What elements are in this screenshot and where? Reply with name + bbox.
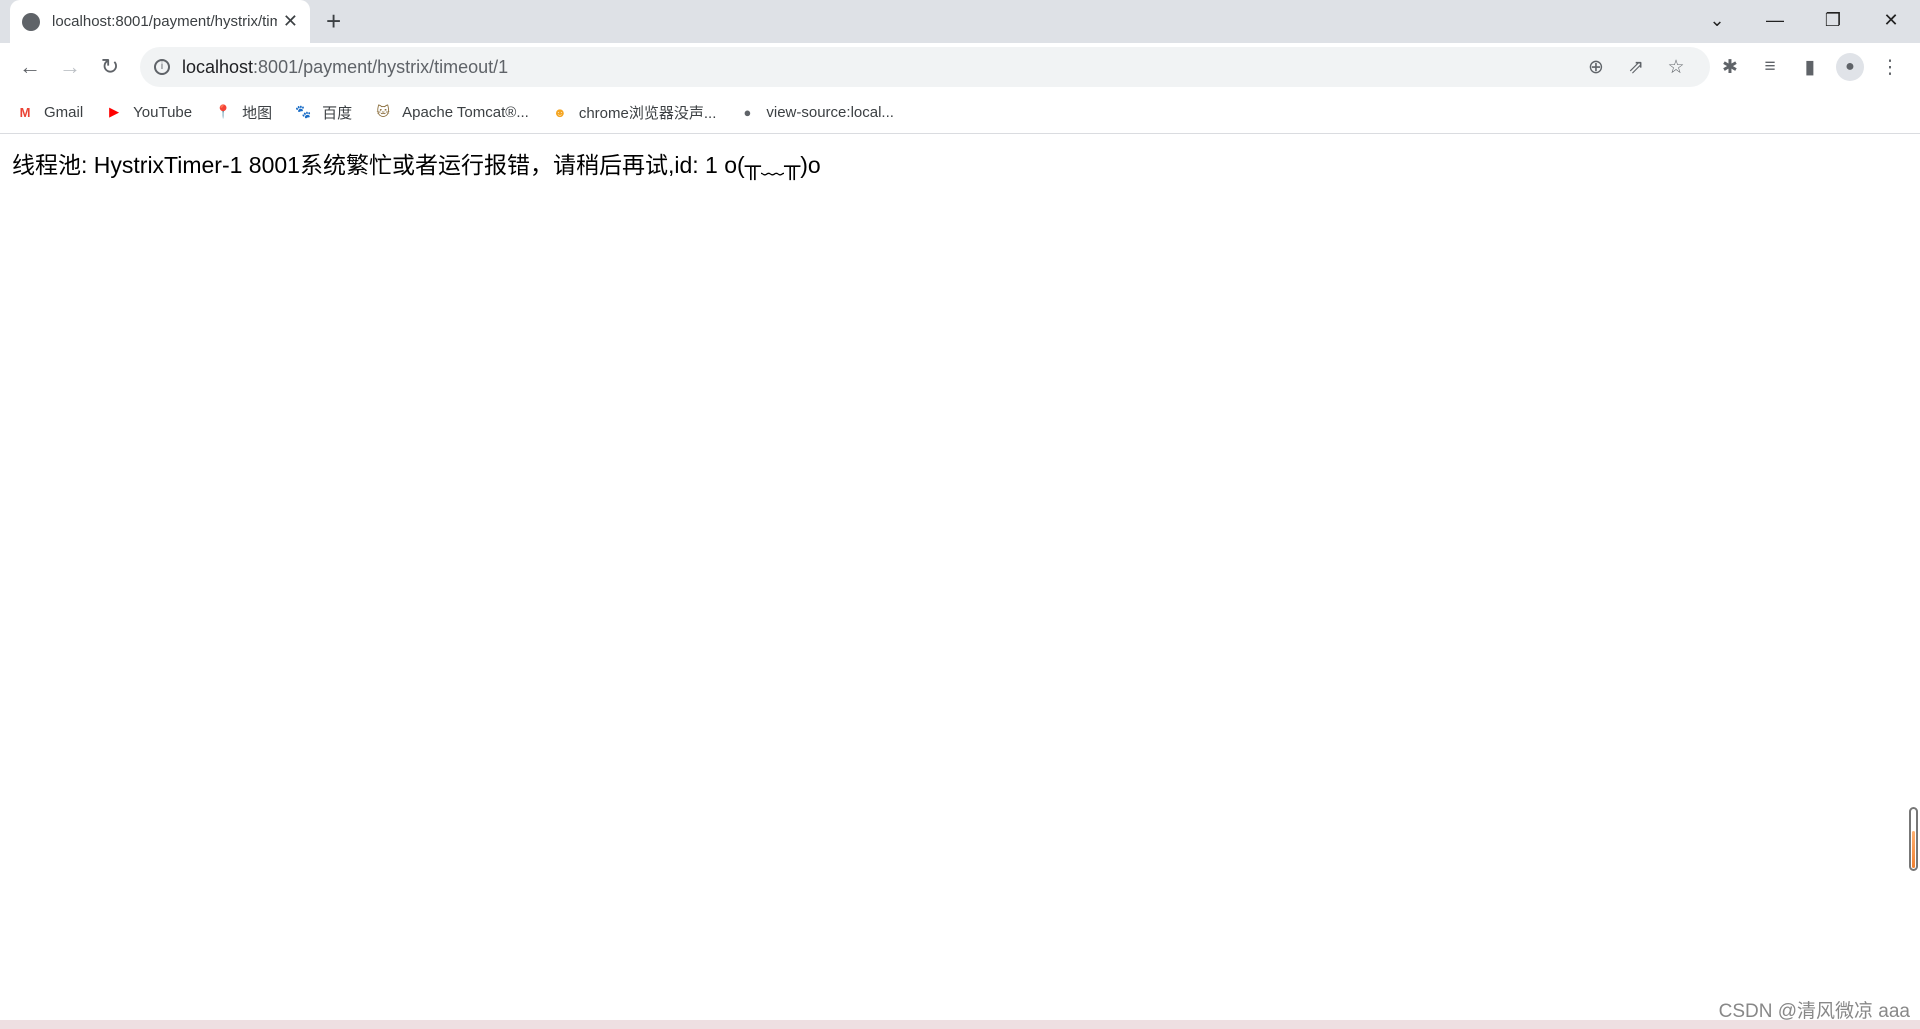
tab-strip: localhost:8001/payment/hystrix/timeout/1… (0, 0, 1920, 43)
bookmark-label: view-source:local... (766, 103, 894, 121)
bookmarks-bar: M Gmail ▶ YouTube 📍 地图 🐾 百度 🐱 Apache Tomcat®... ☻ c… (0, 91, 1920, 134)
share-icon[interactable]: ⇗ (1616, 56, 1656, 79)
profile-avatar[interactable]: ● (1836, 53, 1864, 81)
address-bar[interactable]: i localhost:8001/payment/hystrix/timeout… (140, 47, 1710, 87)
gmail-icon: M (19, 104, 31, 120)
zoom-icon[interactable]: ⊕ (1576, 56, 1616, 79)
bookmark-label: YouTube (133, 103, 193, 121)
baidu-paw-icon: 🐾 (295, 104, 312, 119)
close-tab-icon[interactable]: ✕ (283, 11, 298, 32)
toolbar: ← → ↻ i localhost:8001/payment/hystrix/t… (0, 43, 1920, 91)
new-tab-button[interactable]: + (326, 6, 341, 37)
url-path: :8001/payment/hystrix/timeout/1 (253, 56, 509, 77)
close-window-button[interactable]: ✕ (1862, 0, 1920, 43)
maps-pin-icon: 📍 (215, 104, 232, 119)
back-button[interactable]: ← (10, 54, 50, 80)
bookmark-item[interactable]: 🐾 百度 (294, 102, 352, 123)
bookmark-item[interactable]: 📍 地图 (214, 102, 272, 123)
restore-button[interactable]: ❐ (1804, 0, 1862, 43)
scroll-indicator[interactable] (1909, 807, 1918, 871)
minimize-button[interactable]: — (1746, 0, 1804, 43)
bookmark-star-icon[interactable]: ☆ (1656, 56, 1696, 79)
fallback-message: 线程池: HystrixTimer-1 8001系统繁忙或者运行报错，请稍后再试… (12, 152, 821, 178)
bookmark-item[interactable]: M Gmail (16, 103, 84, 121)
bookmark-label: Apache Tomcat®... (402, 103, 529, 121)
menu-icon[interactable]: ⋮ (1870, 56, 1910, 79)
reload-button[interactable]: ↻ (90, 54, 130, 80)
extensions-icon[interactable]: ✱ (1710, 56, 1750, 79)
page-content: 线程池: HystrixTimer-1 8001系统繁忙或者运行报错，请稍后再试… (0, 134, 1920, 192)
youtube-icon: ▶ (109, 104, 120, 119)
side-panel-icon[interactable]: ▮ (1790, 56, 1830, 79)
tab-title: localhost:8001/payment/hystrix/timeout/1 (52, 13, 277, 30)
tab-search-button[interactable]: ⌄ (1688, 0, 1746, 43)
site-info-icon[interactable]: i (154, 59, 170, 75)
bookmark-item[interactable]: ● view-source:local... (738, 103, 894, 121)
bookmark-label: 百度 (322, 104, 353, 122)
bookmark-item[interactable]: ☻ chrome浏览器没声... (551, 102, 717, 123)
bookmark-item[interactable]: 🐱 Apache Tomcat®... (374, 103, 529, 121)
forward-button[interactable]: → (50, 54, 90, 80)
globe-icon (22, 12, 40, 31)
bookmark-item[interactable]: ▶ YouTube (105, 103, 192, 121)
taskbar-edge (0, 1020, 1920, 1029)
tomcat-icon: 🐱 (376, 104, 390, 119)
url-host: localhost (182, 56, 254, 77)
watermark: CSDN @清风微凉 aaa (1718, 1001, 1910, 1022)
browser-tab[interactable]: localhost:8001/payment/hystrix/timeout/1… (10, 0, 310, 43)
bookmark-label: Gmail (44, 103, 84, 121)
orange-face-icon: ☻ (553, 104, 567, 120)
bookmark-label: 地图 (242, 104, 273, 122)
media-queue-icon[interactable]: ≡ (1750, 56, 1790, 78)
bookmark-label: chrome浏览器没声... (578, 104, 717, 122)
globe-icon: ● (743, 104, 752, 120)
